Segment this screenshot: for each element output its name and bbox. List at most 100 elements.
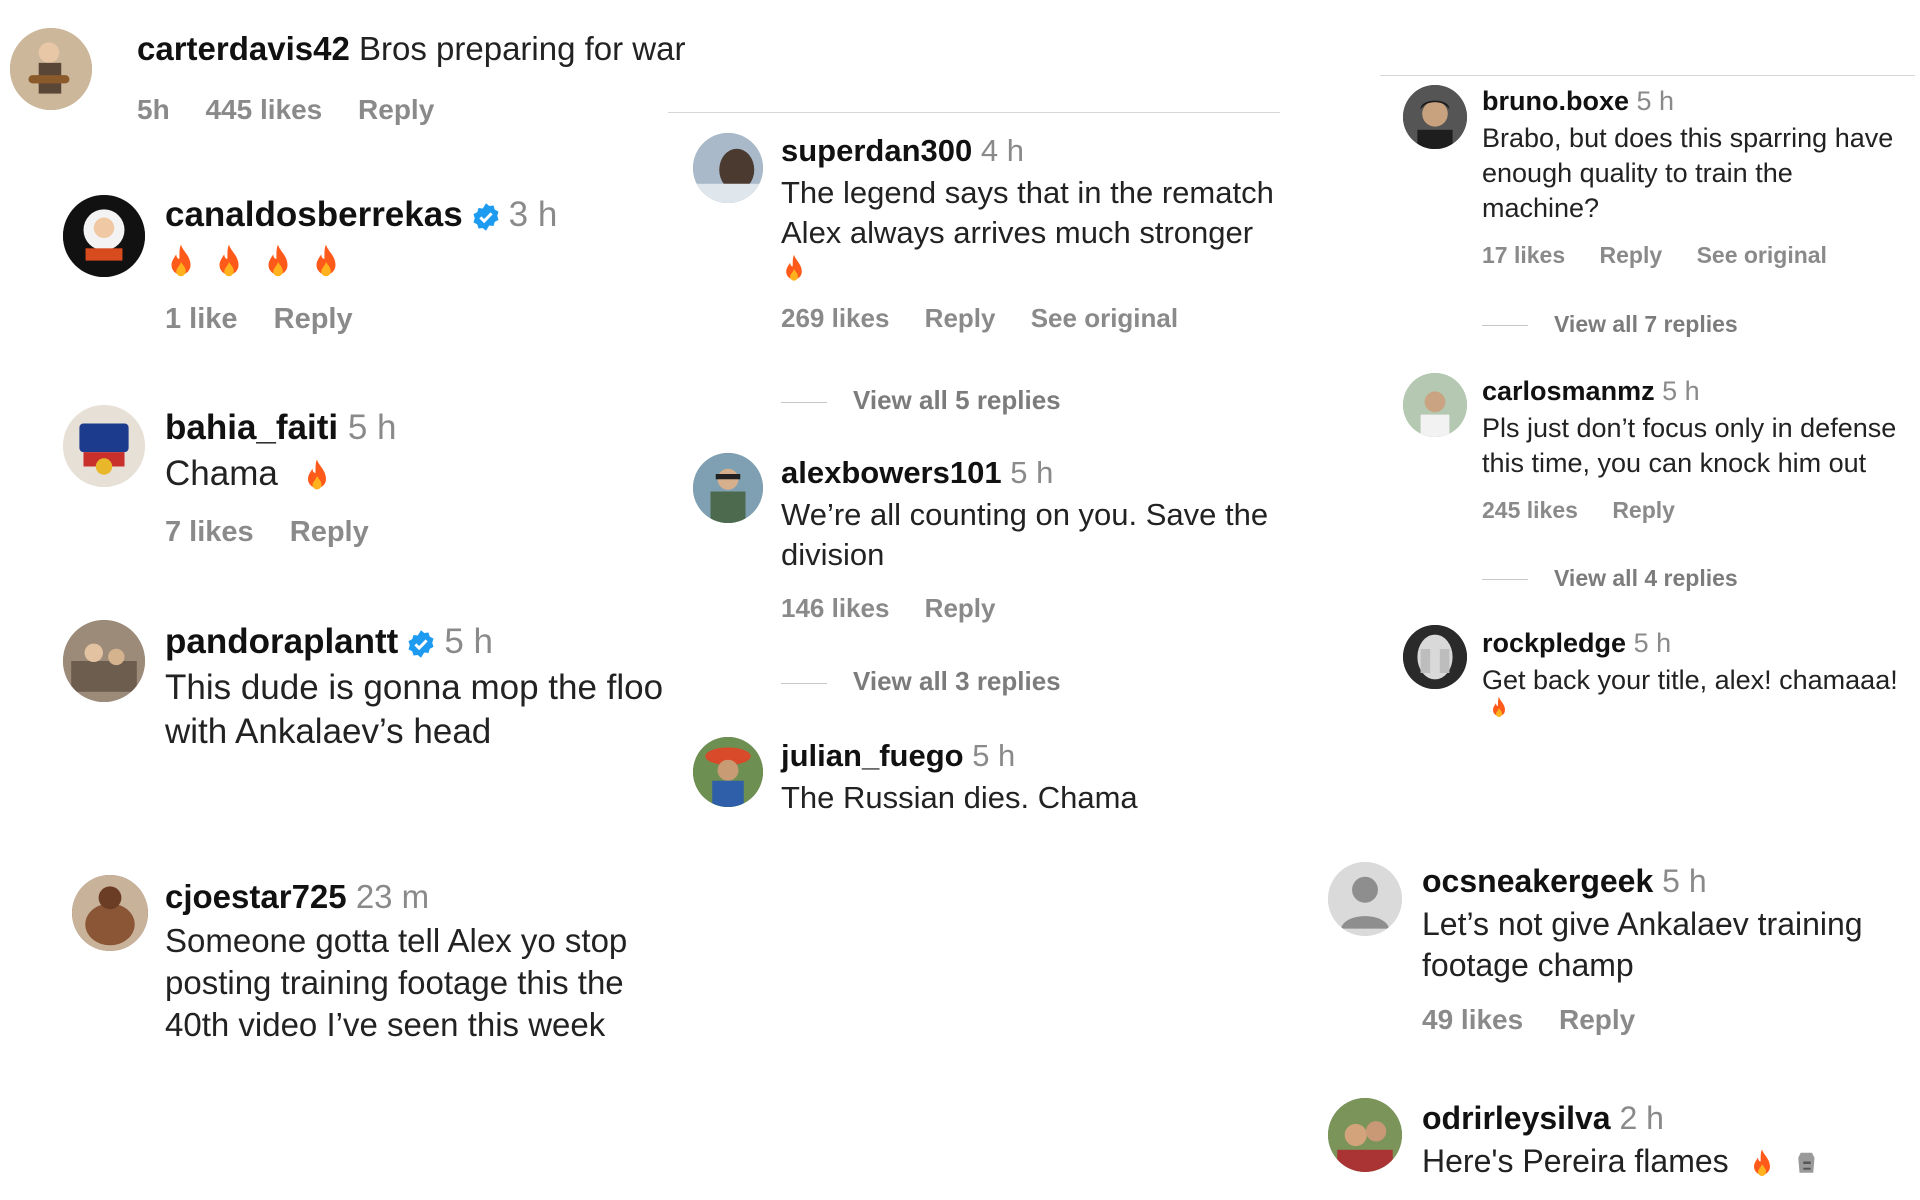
reply-button[interactable]: Reply	[1600, 242, 1663, 268]
comment-text: Bros preparing for war	[359, 30, 686, 67]
comment-text-line: footage champ	[1422, 947, 1634, 983]
replies-divider	[1482, 325, 1528, 327]
like-count[interactable]: 7 likes	[165, 516, 254, 548]
view-replies-button[interactable]: View all 5 replies	[781, 385, 1061, 416]
comment-emoji	[165, 243, 557, 281]
like-count[interactable]: 445 likes	[205, 94, 322, 125]
view-replies-label: View all 5 replies	[853, 385, 1061, 415]
comment-text-line: Brabo, but does this sparring have	[1482, 123, 1894, 153]
like-count[interactable]: 269 likes	[781, 303, 889, 333]
username[interactable]: carlosmanmz	[1482, 376, 1655, 406]
reply-button[interactable]: Reply	[358, 94, 434, 125]
avatar[interactable]	[1403, 373, 1467, 437]
view-replies-label: View all 3 replies	[853, 666, 1061, 696]
comment-text-line: Someone gotta tell Alex yo stop	[165, 922, 628, 959]
username[interactable]: bahia_faiti	[165, 408, 338, 447]
view-replies-button[interactable]: View all 7 replies	[1482, 311, 1738, 338]
fire-icon	[1748, 1148, 1776, 1180]
timestamp: 5 h	[444, 622, 493, 661]
like-count[interactable]: 49 likes	[1422, 1004, 1523, 1035]
username[interactable]: bruno.boxe	[1482, 86, 1629, 116]
timestamp: 2 h	[1619, 1100, 1664, 1136]
timestamp: 4 h	[980, 133, 1024, 168]
column-divider-mid	[668, 112, 1280, 113]
view-replies-label: View all 7 replies	[1554, 311, 1738, 337]
like-count[interactable]: 1 like	[165, 303, 238, 335]
comment-text-line: Alex always arrives much stronger	[781, 215, 1254, 250]
comment-text-line: machine?	[1482, 193, 1600, 223]
username[interactable]: odrirleysilva	[1422, 1100, 1611, 1136]
avatar[interactable]	[693, 737, 763, 807]
reply-button[interactable]: Reply	[925, 303, 996, 333]
avatar[interactable]	[693, 453, 763, 523]
avatar[interactable]	[1403, 625, 1467, 689]
avatar[interactable]	[63, 195, 145, 277]
username[interactable]: alexbowers101	[781, 455, 1002, 490]
avatar[interactable]	[1328, 862, 1402, 936]
comment-text-line: division	[781, 537, 885, 572]
avatar[interactable]	[1328, 1098, 1402, 1172]
moai-icon	[1792, 1148, 1822, 1180]
view-replies-label: View all 4 replies	[1554, 565, 1738, 591]
username[interactable]: pandoraplantt	[165, 622, 398, 661]
avatar[interactable]	[63, 405, 145, 487]
avatar[interactable]	[72, 875, 148, 951]
comment-text-line: posting training footage this the	[165, 964, 624, 1001]
comment-text: Here's Pereira flames	[1422, 1143, 1729, 1179]
timestamp: 5 h	[1633, 628, 1672, 658]
timestamp: 5 h	[1010, 455, 1054, 490]
fire-icon	[1488, 696, 1510, 720]
timestamp: 3 h	[508, 195, 558, 234]
timestamp: 5 h	[1662, 376, 1700, 406]
comment-text-line: This dude is gonna mop the floo	[165, 668, 664, 707]
username[interactable]: canaldosberrekas	[165, 195, 463, 234]
column-divider-right	[1380, 75, 1915, 76]
fire-icon	[302, 458, 332, 494]
timestamp: 5 h	[347, 408, 397, 447]
reply-button[interactable]: Reply	[1559, 1004, 1635, 1035]
comment-text: Get back your title, alex! chamaaa!	[1482, 665, 1898, 695]
avatar[interactable]	[693, 133, 763, 203]
like-count[interactable]: 146 likes	[781, 593, 889, 623]
comment-text-line: We’re all counting on you. Save the	[781, 497, 1269, 532]
username[interactable]: superdan300	[781, 133, 972, 168]
username[interactable]: ocsneakergeek	[1422, 863, 1653, 899]
fire-icon	[781, 253, 807, 285]
fire-icon	[310, 243, 342, 281]
avatar[interactable]	[10, 28, 92, 110]
comment-text-line: enough quality to train the	[1482, 158, 1793, 188]
comment-text-line: Pls just don’t focus only in defense	[1482, 413, 1897, 443]
avatar[interactable]	[63, 620, 145, 702]
timestamp: 5 h	[1662, 863, 1707, 899]
view-replies-button[interactable]: View all 4 replies	[1482, 565, 1738, 592]
fire-icon	[262, 243, 294, 281]
comment-text-line: with Ankalaev’s head	[165, 712, 492, 751]
comment-text-line: Let’s not give Ankalaev training	[1422, 906, 1863, 942]
reply-button[interactable]: Reply	[274, 303, 353, 335]
verified-badge-icon	[406, 629, 436, 659]
reply-button[interactable]: Reply	[1612, 497, 1675, 523]
comment-text-line: this time, you can knock him out	[1482, 448, 1867, 478]
reply-button[interactable]: Reply	[290, 516, 369, 548]
username[interactable]: cjoestar725	[165, 878, 347, 915]
username[interactable]: carterdavis42	[137, 30, 350, 67]
comment-text: Chama	[165, 454, 278, 493]
timestamp: 5 h	[972, 738, 1016, 773]
timestamp: 5h	[137, 94, 170, 125]
see-original-link[interactable]: See original	[1697, 242, 1827, 268]
comment-text: The Russian dies. Chama	[781, 780, 1138, 815]
username[interactable]: julian_fuego	[781, 738, 964, 773]
see-original-link[interactable]: See original	[1031, 303, 1178, 333]
replies-divider	[781, 682, 827, 684]
reply-button[interactable]: Reply	[925, 593, 996, 623]
verified-badge-icon	[471, 202, 501, 232]
replies-divider	[1482, 579, 1528, 581]
comment-text-line: The legend says that in the rematch	[781, 175, 1274, 210]
like-count[interactable]: 245 likes	[1482, 497, 1578, 523]
view-replies-button[interactable]: View all 3 replies	[781, 666, 1061, 697]
timestamp: 23 m	[355, 878, 430, 915]
username[interactable]: rockpledge	[1482, 628, 1626, 658]
avatar[interactable]	[1403, 85, 1467, 149]
fire-icon	[165, 243, 197, 281]
like-count[interactable]: 17 likes	[1482, 242, 1565, 268]
